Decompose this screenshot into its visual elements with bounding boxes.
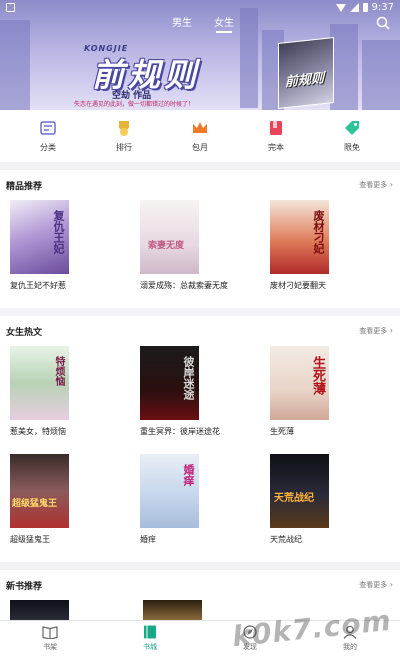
banner-slogan: 失恋在遇见的此刻，做一切都错过的时候了！: [74, 101, 195, 108]
book-cover-text: 索妻无度: [148, 241, 185, 251]
building-shape: [0, 20, 30, 110]
section-title: 女生热文: [6, 327, 43, 338]
building-shape: [240, 8, 258, 108]
gender-tabs: 男生 女生: [172, 14, 234, 33]
book-cover: 废材刁妃: [270, 200, 329, 274]
category-icon: [40, 121, 56, 135]
book-cover: 索妻无度: [140, 200, 199, 274]
book-cover: 婚痒: [140, 454, 199, 528]
quick-nav-label: 包月: [192, 143, 208, 152]
section-featured: 精品推荐 查看更多 复仇王妃 复仇王妃不好惹 索妻无度 溺爱成殇：总裁索妻无度 …: [0, 170, 400, 300]
book-cover: 超级猛鬼王: [10, 454, 69, 528]
quick-nav-label: 排行: [116, 143, 132, 152]
nav-label: 书城: [143, 643, 157, 651]
book-card[interactable]: 天荒战纪 天荒战纪: [270, 454, 400, 554]
quick-nav-finished[interactable]: 完本: [246, 119, 306, 153]
status-time: 9:37: [371, 2, 394, 13]
notification-icon: [6, 3, 15, 12]
book-cover-text: 复仇王妃: [52, 210, 65, 254]
book-title: 重生冥界：彼岸迷途花: [140, 427, 220, 436]
nav-label: 书架: [43, 643, 57, 651]
banner-book-cover: 前规则: [278, 37, 334, 109]
book-cover-text: 婚痒: [182, 464, 195, 486]
book-cover-text: 彼岸迷途: [182, 356, 195, 400]
book-cover: [10, 600, 69, 620]
quick-nav-ranking[interactable]: 排行: [94, 119, 154, 153]
book-cover-text: 超级猛鬼王: [12, 499, 58, 509]
book-title: 废材刁妃要翻天: [270, 281, 326, 290]
banner[interactable]: 9:37 男生 女生 KONGJIE 前规则 空劫 作品 失恋在遇见的此刻，做一…: [0, 0, 400, 110]
bookstore-icon: [144, 625, 156, 639]
quick-nav-label: 完本: [268, 143, 284, 152]
book-card[interactable]: 彼岸迷途 重生冥界：彼岸迷途花: [140, 346, 270, 446]
book-cover-text: 废材刁妃: [312, 210, 325, 254]
section-title: 新书推荐: [6, 581, 43, 592]
quick-nav-label: 分类: [40, 143, 56, 152]
search-icon[interactable]: [376, 16, 390, 30]
view-more-link[interactable]: 查看更多: [359, 326, 393, 336]
quick-nav-monthly[interactable]: 包月: [170, 119, 230, 153]
view-more-link[interactable]: 查看更多: [359, 580, 393, 590]
ranking-medal-icon: [119, 121, 129, 136]
book-cover: 复仇王妃: [10, 200, 69, 274]
book-card[interactable]: 复仇王妃 复仇王妃不好惹: [10, 200, 140, 300]
book-card[interactable]: 索妻无度 溺爱成殇：总裁索妻无度: [140, 200, 270, 300]
book-finished-icon: [270, 121, 282, 135]
quick-nav: 分类 排行 包月 完本 限免: [0, 112, 400, 160]
tab-female[interactable]: 女生: [214, 14, 234, 33]
signal-icon: [349, 3, 359, 12]
tab-male[interactable]: 男生: [172, 14, 192, 33]
book-card[interactable]: 生死薄 生死薄: [270, 346, 400, 446]
section-divider: [0, 562, 400, 570]
book-card[interactable]: [10, 600, 143, 620]
book-cover: [143, 600, 202, 620]
book-title: 超级猛鬼王: [10, 535, 50, 544]
section-divider: [0, 308, 400, 316]
building-shape: [362, 40, 400, 110]
book-card[interactable]: 婚痒 婚痒: [140, 454, 270, 554]
book-cover-text: 天荒战纪: [274, 493, 314, 504]
book-title: 天荒战纪: [270, 535, 302, 544]
book-title: 婚痒: [140, 535, 156, 544]
battery-icon: [362, 3, 368, 12]
building-shape: [330, 24, 358, 110]
nav-label: 我的: [343, 643, 357, 651]
book-cover-text: 生死薄: [310, 356, 325, 395]
crown-icon: [193, 122, 207, 133]
bookshelf-icon: [42, 626, 58, 639]
nav-bookshelf[interactable]: 书架: [0, 621, 100, 656]
section-title: 精品推荐: [6, 181, 43, 192]
book-title: 惹美女，特烦恼: [10, 427, 66, 436]
free-tag-icon: [345, 121, 359, 135]
section-divider: [0, 162, 400, 170]
book-card[interactable]: 特烦恼 惹美女，特烦恼: [10, 346, 140, 446]
book-card[interactable]: 超级猛鬼王 超级猛鬼王: [10, 454, 140, 554]
view-more-link[interactable]: 查看更多: [359, 180, 393, 190]
quick-nav-label: 限免: [344, 143, 360, 152]
book-cover: 特烦恼: [10, 346, 69, 420]
book-title: 复仇王妃不好惹: [10, 281, 66, 290]
wifi-icon: [335, 3, 346, 12]
quick-nav-free[interactable]: 限免: [322, 119, 382, 153]
book-cover-text: 特烦恼: [53, 356, 64, 386]
nav-bookstore[interactable]: 书城: [100, 621, 200, 656]
book-cover: 生死薄: [270, 346, 329, 420]
book-card[interactable]: 废材刁妃 废材刁妃要翻天: [270, 200, 400, 300]
book-title: 生死薄: [270, 427, 294, 436]
section-female-hot: 女生热文 查看更多 特烦恼 惹美女，特烦恼 彼岸迷途 重生冥界：彼岸迷途花 生死…: [0, 316, 400, 554]
book-cover: 天荒战纪: [270, 454, 329, 528]
book-title: 溺爱成殇：总裁索妻无度: [140, 281, 228, 290]
quick-nav-category[interactable]: 分类: [18, 119, 78, 153]
book-cover: 彼岸迷途: [140, 346, 199, 420]
banner-book-cover-text: 前规则: [285, 71, 325, 91]
